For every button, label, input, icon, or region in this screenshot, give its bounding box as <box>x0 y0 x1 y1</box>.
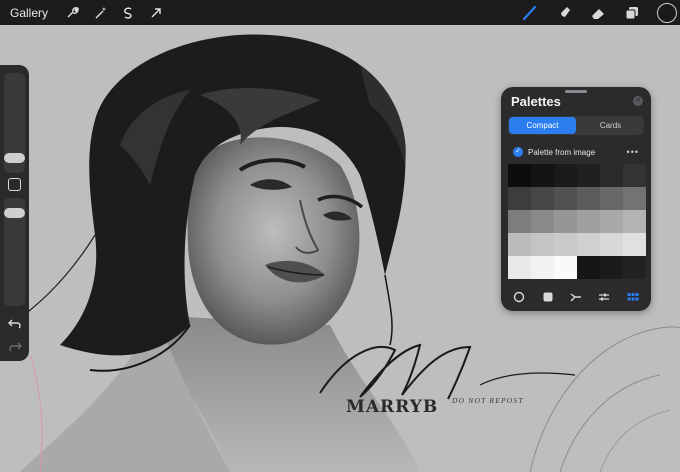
undo-icon[interactable] <box>7 317 22 331</box>
palette-view-toggle: Compact Cards <box>508 116 644 135</box>
swatch-grid <box>508 164 646 279</box>
transform-arrow-icon[interactable] <box>148 5 164 21</box>
color-swatch[interactable] <box>554 187 577 210</box>
color-swatch[interactable] <box>623 187 646 210</box>
color-swatch[interactable] <box>600 210 623 233</box>
layers-icon[interactable] <box>621 2 643 24</box>
color-swatch[interactable] <box>623 164 646 187</box>
opacity-knob[interactable] <box>4 208 25 218</box>
color-swatch[interactable] <box>577 256 600 279</box>
color-swatch[interactable] <box>508 233 531 256</box>
color-swatch[interactable] <box>623 256 646 279</box>
color-swatch[interactable] <box>554 164 577 187</box>
color-swatch[interactable] <box>600 233 623 256</box>
color-swatch[interactable] <box>508 210 531 233</box>
modify-button[interactable] <box>8 178 21 191</box>
artist-signature: MARRYB <box>346 397 439 417</box>
color-swatch[interactable] <box>508 256 531 279</box>
smudge-icon[interactable] <box>553 2 575 24</box>
color-mode-bar <box>501 287 651 307</box>
color-swatch[interactable] <box>577 210 600 233</box>
classic-icon[interactable] <box>541 290 555 304</box>
palettes-grid-icon[interactable] <box>626 290 640 304</box>
gallery-button[interactable]: Gallery <box>10 6 52 20</box>
color-swatch[interactable] <box>531 187 554 210</box>
color-swatch[interactable] <box>508 187 531 210</box>
brush-icon[interactable] <box>519 2 541 24</box>
color-swatch[interactable] <box>623 210 646 233</box>
brush-size-knob[interactable] <box>4 153 25 163</box>
tab-cards[interactable]: Cards <box>577 116 644 135</box>
color-swatch[interactable] <box>577 164 600 187</box>
color-swatch[interactable] <box>600 164 623 187</box>
value-sliders-icon[interactable] <box>597 290 611 304</box>
opacity-slider[interactable] <box>4 198 25 306</box>
selection-icon[interactable] <box>120 5 136 21</box>
left-sidebar <box>0 65 29 361</box>
color-swatch[interactable] <box>600 187 623 210</box>
tab-compact[interactable]: Compact <box>509 117 576 134</box>
close-icon[interactable]: ✕ <box>633 96 643 106</box>
wrench-icon[interactable] <box>64 5 80 21</box>
color-well-button[interactable] <box>657 2 677 23</box>
color-swatch[interactable] <box>554 210 577 233</box>
color-swatch[interactable] <box>531 164 554 187</box>
eraser-icon[interactable] <box>587 2 609 24</box>
color-swatch[interactable] <box>554 256 577 279</box>
color-swatch[interactable] <box>600 256 623 279</box>
redo-icon[interactable] <box>7 340 22 354</box>
color-swatch[interactable] <box>531 256 554 279</box>
top-toolbar: Gallery <box>0 0 680 25</box>
color-swatch[interactable] <box>623 233 646 256</box>
checkmark-icon[interactable]: ✓ <box>513 147 523 157</box>
color-swatch[interactable] <box>554 233 577 256</box>
color-swatch[interactable] <box>577 233 600 256</box>
palette-header[interactable]: ✓ Palette from image ••• <box>513 146 639 158</box>
color-swatch[interactable] <box>531 233 554 256</box>
color-swatch[interactable] <box>508 164 531 187</box>
palette-name: Palette from image <box>528 147 596 157</box>
panel-grabber[interactable] <box>565 90 587 93</box>
color-swatch[interactable] <box>577 187 600 210</box>
palettes-panel: Palettes ✕ Compact Cards ✓ Palette from … <box>501 87 651 311</box>
harmony-icon[interactable] <box>569 290 583 304</box>
palettes-title: Palettes <box>511 94 561 109</box>
repost-notice: DO NOT REPOST <box>452 396 524 405</box>
more-options-icon[interactable]: ••• <box>627 147 639 157</box>
brush-size-slider[interactable] <box>4 73 25 173</box>
magic-wand-icon[interactable] <box>92 5 108 21</box>
color-swatch[interactable] <box>531 210 554 233</box>
disc-icon[interactable] <box>512 290 526 304</box>
